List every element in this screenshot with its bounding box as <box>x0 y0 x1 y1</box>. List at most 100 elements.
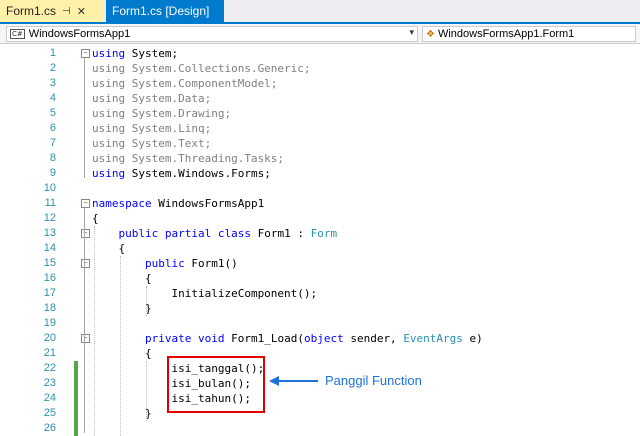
tab-form1-cs[interactable]: Form1.cs ⊣ ✕ <box>0 0 104 22</box>
code-text: namespace WindowsFormsApp1 <box>92 197 265 210</box>
line-number: 18 <box>43 302 56 314</box>
line-number: 8 <box>49 152 56 164</box>
arrow-shaft <box>278 380 318 382</box>
indent-guide <box>146 361 147 421</box>
outline-bar <box>84 58 85 178</box>
line-number: 25 <box>43 407 56 419</box>
code-line[interactable]: 26 <box>0 421 640 436</box>
line-number: 12 <box>43 212 56 224</box>
line-number: 16 <box>43 272 56 284</box>
code-line[interactable]: 8 using System.Threading.Tasks; <box>0 151 640 166</box>
code-line[interactable]: 5 using System.Drawing; <box>0 106 640 121</box>
code-line[interactable]: 10 <box>0 181 640 196</box>
code-text: public Form1() <box>144 257 238 270</box>
document-tab-bar: Form1.cs ⊣ ✕ Form1.cs [Design] <box>0 0 640 24</box>
code-text: using System.Text; <box>92 137 212 150</box>
code-line[interactable]: 13 − public partial class Form1 : Form <box>0 226 640 241</box>
code-text: { <box>92 242 126 255</box>
collapse-icon[interactable]: − <box>81 334 90 343</box>
code-line[interactable]: 4 using System.Data; <box>0 91 640 106</box>
pin-icon[interactable]: ⊣ <box>62 6 71 17</box>
code-line[interactable]: 16 { <box>0 271 640 286</box>
line-number: 19 <box>43 317 56 329</box>
close-icon[interactable]: ✕ <box>77 5 86 18</box>
line-number: 1 <box>49 47 56 59</box>
code-line[interactable]: 9 using System.Windows.Forms; <box>0 166 640 181</box>
line-number: 11 <box>44 197 56 209</box>
code-line[interactable]: 7 using System.Text; <box>0 136 640 151</box>
line-number: 20 <box>43 332 56 344</box>
code-editor[interactable]: 1− using System; 2 using System.Collections… <box>0 44 640 436</box>
code-line[interactable]: 21 { <box>0 346 640 361</box>
code-line[interactable]: 6 using System.Linq; <box>0 121 640 136</box>
line-number: 15 <box>43 257 56 269</box>
code-line[interactable]: 20 − private void Form1_Load(object sende… <box>0 331 640 346</box>
arrow-left-icon <box>269 376 279 386</box>
code-line[interactable]: 22 isi_tanggal(); <box>0 361 640 376</box>
indent-guide <box>94 226 95 436</box>
code-line[interactable]: 1 − using System; <box>0 46 640 61</box>
code-text: } <box>92 302 152 315</box>
line-number: 26 <box>43 422 56 434</box>
outline-bar <box>84 268 85 313</box>
collapse-icon[interactable]: − <box>81 49 90 58</box>
code-line[interactable]: 17 InitializeComponent(); <box>0 286 640 301</box>
class-dropdown[interactable]: ❖ WindowsFormsApp1.Form1 <box>422 26 636 42</box>
outline-bar <box>84 343 85 418</box>
class-icon: ❖ <box>426 28 435 40</box>
line-number: 14 <box>43 242 56 254</box>
code-line[interactable]: 24 isi_tahun(); <box>0 391 640 406</box>
line-number: 10 <box>43 182 56 194</box>
code-line[interactable]: 23 isi_bulan(); <box>0 376 640 391</box>
collapse-icon[interactable]: − <box>81 229 90 238</box>
code-text: public partial class Form1 : Form <box>118 227 338 240</box>
class-dropdown-value: WindowsFormsApp1.Form1 <box>437 28 575 40</box>
code-line[interactable]: 3 using System.ComponentModel; <box>0 76 640 91</box>
line-number: 2 <box>49 62 56 74</box>
code-text: InitializeComponent(); <box>92 287 318 300</box>
code-line[interactable]: 25 } <box>0 406 640 421</box>
tab-label: Form1.cs [Design] <box>112 4 210 18</box>
line-number: 17 <box>43 287 56 299</box>
collapse-icon[interactable]: − <box>81 259 90 268</box>
code-text: } <box>92 407 152 420</box>
code-line[interactable]: 12 { <box>0 211 640 226</box>
change-indicator <box>74 361 78 436</box>
code-text: using System.Windows.Forms; <box>92 167 271 180</box>
csharp-project-icon: C# <box>10 29 25 39</box>
code-line[interactable]: 19 <box>0 316 640 331</box>
code-text: using System.Collections.Generic; <box>92 62 311 75</box>
code-text: private void Form1_Load(object sender, E… <box>144 332 483 345</box>
collapse-icon[interactable]: − <box>81 199 90 208</box>
line-number: 13 <box>43 227 56 239</box>
code-line[interactable]: 11 − namespace WindowsFormsApp1 <box>0 196 640 211</box>
project-dropdown-value: WindowsFormsApp1 <box>28 28 131 40</box>
annotation-label: Panggil Function <box>325 373 422 388</box>
line-number: 6 <box>49 122 56 134</box>
code-text: using System.Drawing; <box>92 107 232 120</box>
code-text: using System.Threading.Tasks; <box>92 152 285 165</box>
code-text: { <box>92 212 99 225</box>
code-text: { <box>92 347 152 360</box>
navigation-bar: C# WindowsFormsApp1 ▾ ❖ WindowsFormsApp1… <box>0 24 640 44</box>
tab-form1-design[interactable]: Form1.cs [Design] <box>106 0 224 22</box>
chevron-down-icon[interactable]: ▾ <box>409 28 414 38</box>
line-number: 4 <box>49 92 56 104</box>
line-number: 3 <box>49 77 56 89</box>
indent-guide <box>146 286 147 316</box>
line-number: 5 <box>49 107 56 119</box>
code-text: using System.Data; <box>92 92 212 105</box>
code-text: using System.ComponentModel; <box>92 77 278 90</box>
line-number: 24 <box>43 392 56 404</box>
code-line[interactable]: 15 − public Form1() <box>0 256 640 271</box>
code-line[interactable]: 14 { <box>0 241 640 256</box>
code-text: using System; <box>92 47 179 60</box>
code-line[interactable]: 18 } <box>0 301 640 316</box>
highlight-box <box>167 356 265 413</box>
code-text: { <box>92 272 152 285</box>
line-number: 7 <box>49 137 56 149</box>
code-line[interactable]: 2 using System.Collections.Generic; <box>0 61 640 76</box>
tab-label: Form1.cs <box>6 4 57 18</box>
line-number: 9 <box>49 167 56 179</box>
project-dropdown[interactable]: C# WindowsFormsApp1 ▾ <box>6 26 418 42</box>
